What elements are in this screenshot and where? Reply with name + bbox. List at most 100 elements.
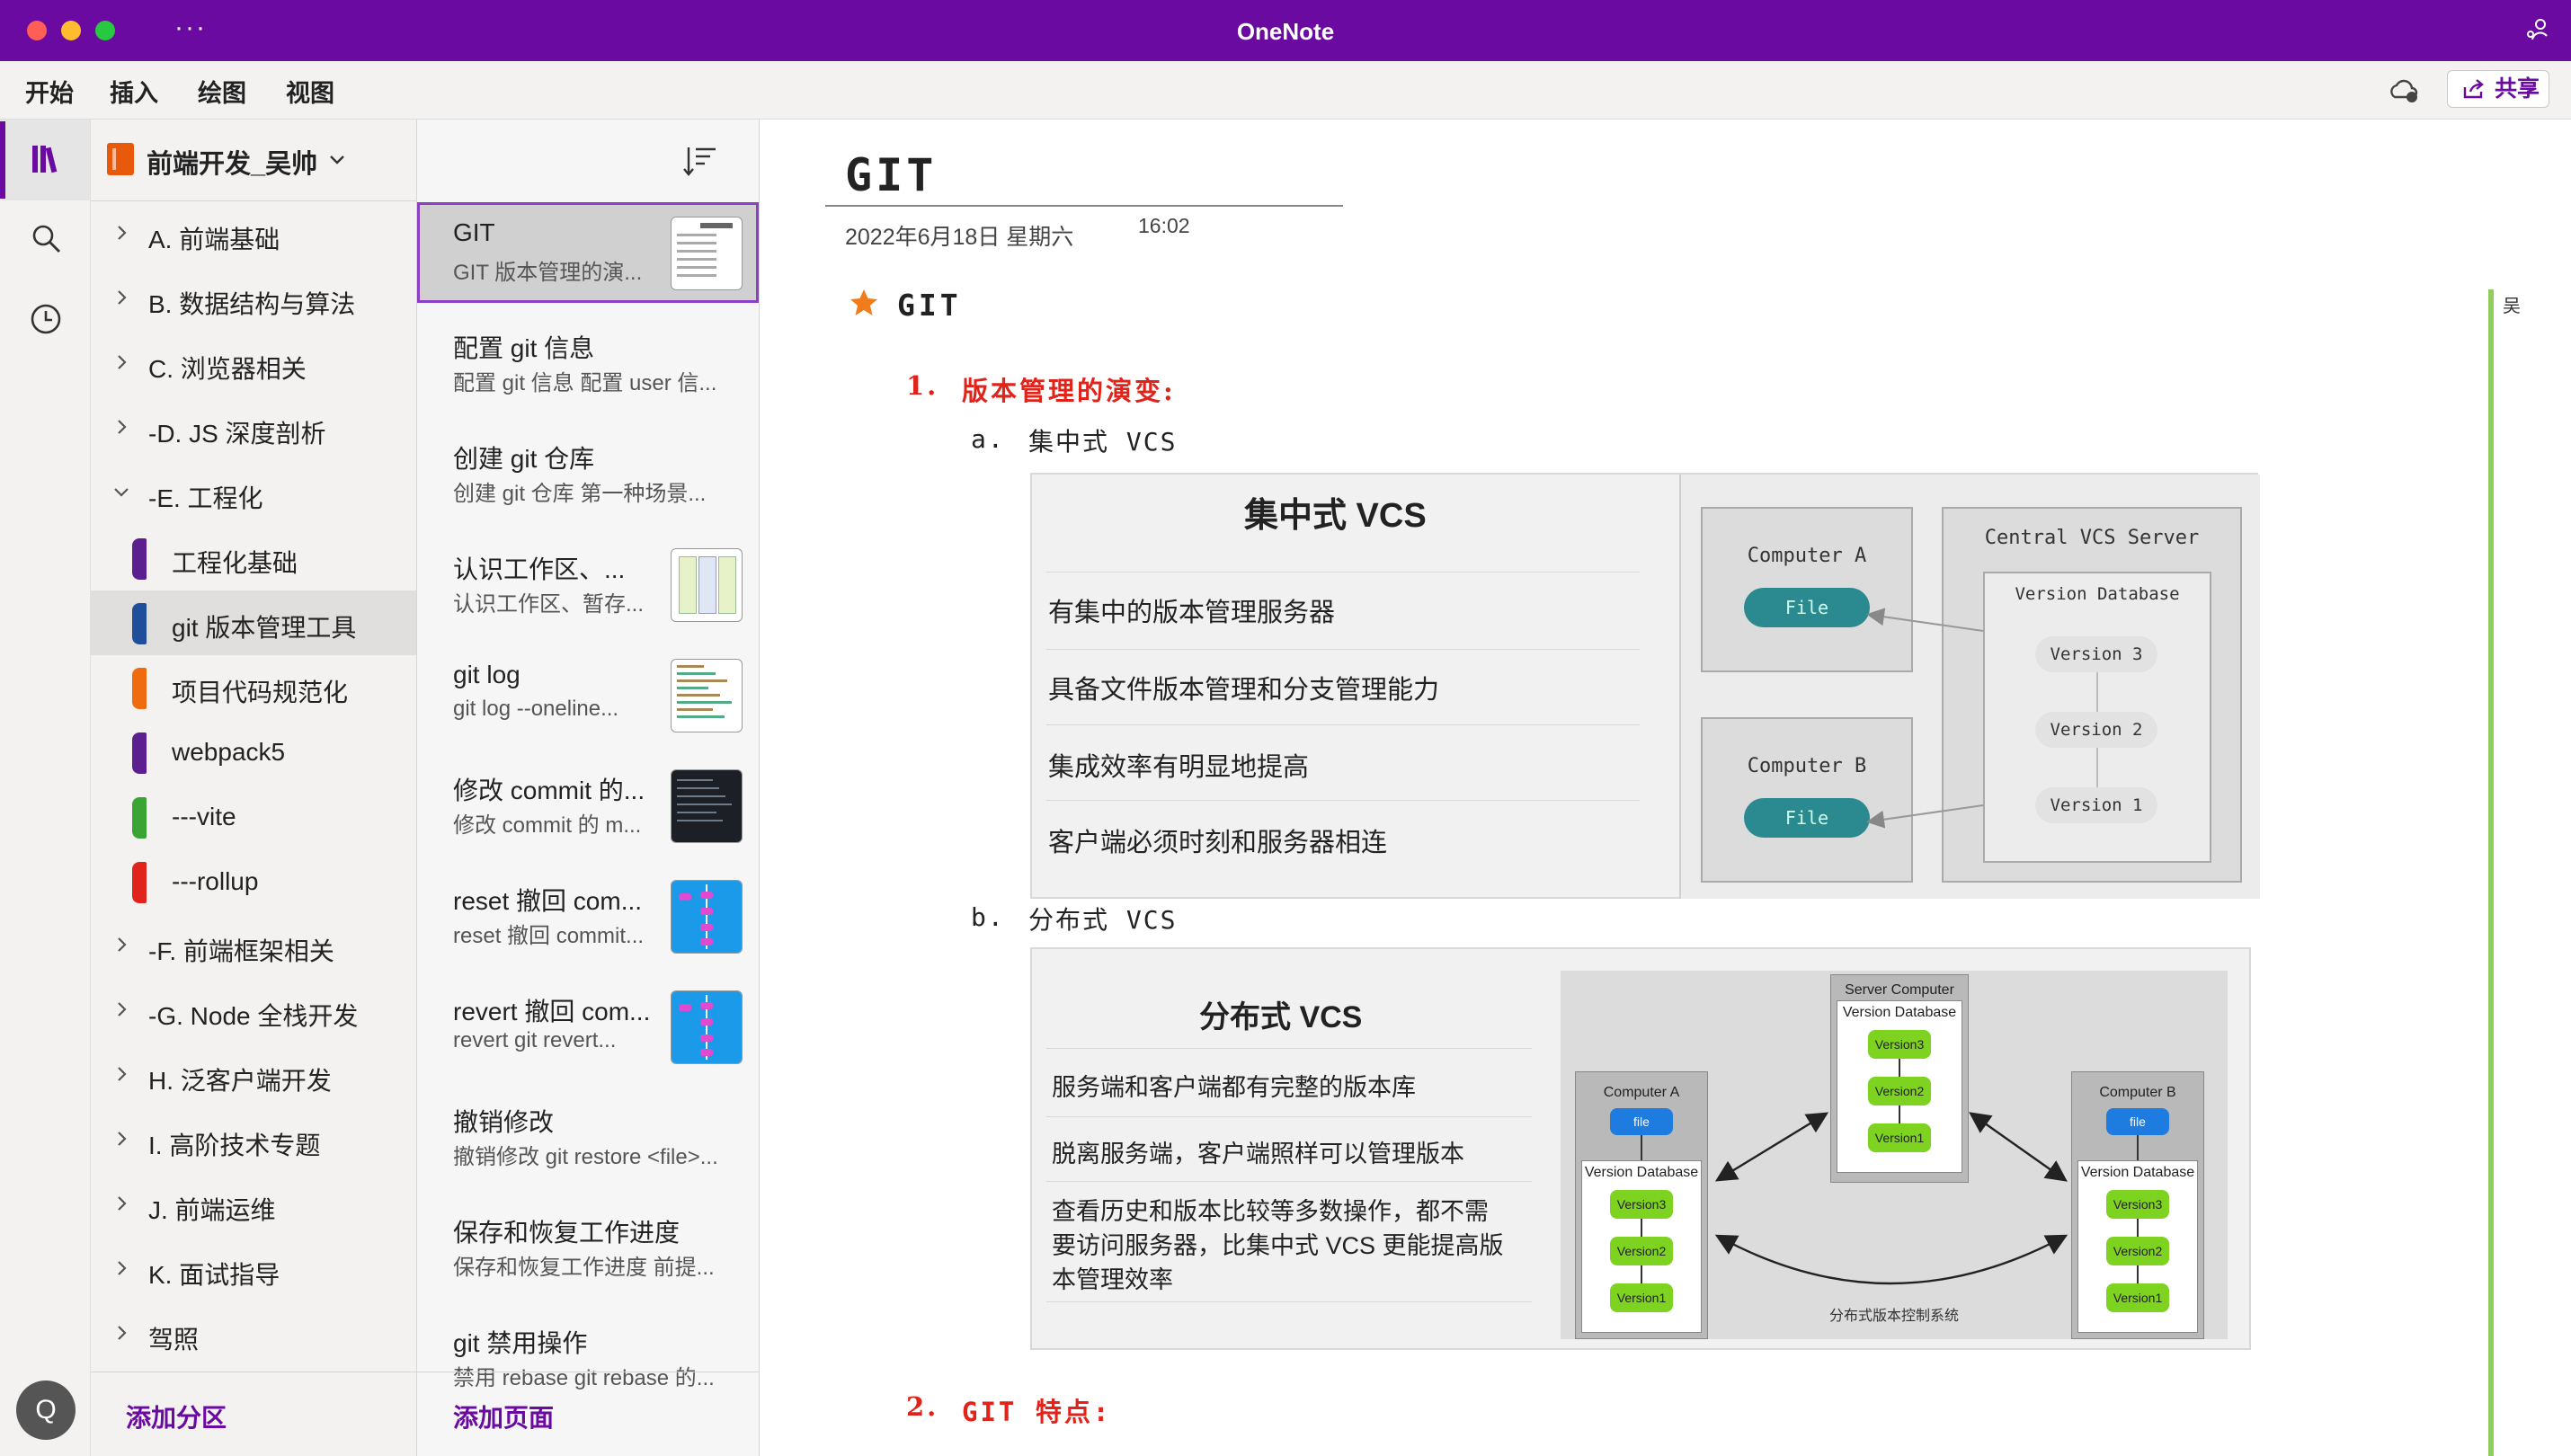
chevron-down-icon [330,155,344,164]
page-thumbnail [671,548,743,622]
section-label: K. 面试指导 [148,1261,280,1289]
page-thumbnail [671,769,743,843]
chevron-right-icon[interactable] [111,1257,132,1279]
page-item-title: 修改 commit 的... [453,777,645,804]
section-item[interactable]: git 版本管理工具 [91,590,416,655]
chevron-down-icon[interactable] [111,481,132,502]
add-page-button[interactable]: 添加页面 [453,1398,554,1434]
section-item[interactable]: ---vite [91,785,416,849]
section-item[interactable]: 项目代码规范化 [91,655,416,720]
onenote-window: ··· OneNote 开始 插入 绘图 视图 共享 Q 前端开发_吴帅 A. … [0,0,2571,1456]
heading-git-features: GIT 特点: [962,1397,1112,1427]
section-item[interactable]: K. 面试指导 [91,1238,416,1302]
chevron-right-icon[interactable] [111,222,132,244]
page-item-title: git log [453,661,520,688]
dist-row-2: 脱离服务端，客户端照样可以管理版本 [1052,1141,1464,1167]
notebook-icon [107,143,134,175]
recent-history-icon[interactable] [29,302,63,336]
page-item[interactable]: 创建 git 仓库 创建 git 仓库 第一种场景... [417,423,759,524]
section-label: -E. 工程化 [148,484,263,512]
page-item-title: revert 撤回 com... [453,998,651,1025]
section-item[interactable]: -D. JS 深度剖析 [91,396,416,461]
page-item[interactable]: reset 撤回 com... reset 撤回 commit... [417,866,759,966]
section-item[interactable]: I. 高阶技术专题 [91,1108,416,1173]
section-item[interactable]: -G. Node 全栈开发 [91,979,416,1043]
page-item-preview: git log --oneline... [453,697,619,721]
chevron-right-icon[interactable] [111,999,132,1020]
page-item-preview: 创建 git 仓库 第一种场景... [453,482,707,506]
menu-home[interactable]: 开始 [25,74,74,109]
section-item[interactable]: J. 前端运维 [91,1173,416,1238]
author-label: 吴 [2503,297,2521,316]
chevron-right-icon[interactable] [111,934,132,955]
sync-status-icon[interactable] [2386,72,2422,108]
section-item[interactable]: -E. 工程化 [91,461,416,526]
section-color-tab [132,603,147,644]
chevron-right-icon[interactable] [111,1063,132,1085]
section-item[interactable]: A. 前端基础 [91,202,416,267]
chevron-right-icon[interactable] [111,287,132,308]
page-item-title: 配置 git 信息 [453,334,595,362]
distributed-vcs-image[interactable]: 分布式 VCS 服务端和客户端都有完整的版本库 脱离服务端，客户端照样可以管理版… [1030,947,2251,1350]
page-item[interactable]: 保存和恢复工作进度 保存和恢复工作进度 前提... [417,1197,759,1298]
share-label: 共享 [2495,76,2540,102]
central-diagram-panel: Computer A File Computer B File Central … [1679,475,2260,899]
outline-number-2: 2. [906,1391,939,1422]
page-title[interactable]: GIT [845,149,937,201]
section-item[interactable]: B. 数据结构与算法 [91,267,416,332]
section-label: A. 前端基础 [148,226,280,253]
fig-divider [1046,1301,1532,1302]
menu-insert[interactable]: 插入 [110,74,158,109]
page-item[interactable]: revert 撤回 com... revert git revert... [417,976,759,1077]
central-vcs-image[interactable]: 集中式 VCS 有集中的版本管理服务器 具备文件版本管理和分支管理能力 集成效率… [1030,473,2260,899]
outline-number-1: 1. [906,370,939,401]
menu-draw[interactable]: 绘图 [198,74,246,109]
menu-view[interactable]: 视图 [286,74,334,109]
chevron-right-icon[interactable] [111,1193,132,1214]
ribbon-menu-bar: 开始 插入 绘图 视图 共享 [0,61,2571,120]
sort-pages-icon[interactable] [683,142,719,178]
page-item-preview: 配置 git 信息 配置 user 信... [453,371,717,395]
section-item[interactable]: C. 浏览器相关 [91,332,416,396]
page-item[interactable]: 认识工作区、... 认识工作区、暂存... [417,534,759,635]
add-section-button[interactable]: 添加分区 [126,1398,227,1434]
section-item[interactable]: H. 泛客户端开发 [91,1043,416,1108]
page-item[interactable]: GIT GIT 版本管理的演... [417,202,759,303]
fig-divider [1046,572,1640,573]
section-item[interactable]: -F. 前端框架相关 [91,914,416,979]
section-label: I. 高阶技术专题 [148,1132,321,1159]
page-item-preview: 撤销修改 git restore <file>... [453,1145,718,1169]
chevron-right-icon[interactable] [111,416,132,438]
page-item[interactable]: 配置 git 信息配置 git 信息 配置 user 信... [417,313,759,413]
author-indicator-bar [2488,289,2494,1456]
search-icon[interactable] [31,223,63,255]
page-item[interactable]: 撤销修改 撤销修改 git restore <file>... [417,1087,759,1187]
central-row-3: 集成效率有明显地提高 [1048,753,1310,782]
page-thumbnail [671,217,743,290]
title-bar: ··· OneNote [0,0,2571,61]
notebook-switcher[interactable]: 前端开发_吴帅 [91,120,416,201]
collaborate-icon[interactable] [2522,16,2551,45]
page-item-preview: 认识工作区、暂存... [453,592,645,617]
chevron-right-icon[interactable] [111,1322,132,1344]
heading-version-evolution: 版本管理的演变: [962,376,1176,406]
share-button[interactable]: 共享 [2447,70,2549,108]
section-item[interactable]: 驾照 [91,1302,416,1367]
section-item[interactable]: 工程化基础 [91,526,416,590]
chevron-right-icon[interactable] [111,351,132,373]
fig-divider [1046,1181,1532,1182]
page-item-title: 保存和恢复工作进度 [453,1219,681,1247]
page-item-preview: 修改 commit 的 m... [453,813,642,838]
page-item-preview: 禁用 rebase git rebase 的... [453,1366,715,1390]
central-row-2: 具备文件版本管理和分支管理能力 [1048,676,1440,705]
page-item[interactable]: 修改 commit 的... 修改 commit 的 m... [417,755,759,856]
page-item-title: reset 撤回 com... [453,887,643,915]
page-item-preview: GIT 版本管理的演... [453,261,643,285]
section-item[interactable]: ---rollup [91,849,416,914]
user-avatar[interactable]: Q [16,1381,76,1440]
chevron-right-icon[interactable] [111,1128,132,1150]
page-item[interactable]: git 禁用操作 禁用 rebase git rebase 的... [417,1308,759,1408]
section-item[interactable]: webpack5 [91,720,416,785]
section-color-tab [132,797,147,839]
page-item[interactable]: git log git log --oneline... [417,644,759,745]
